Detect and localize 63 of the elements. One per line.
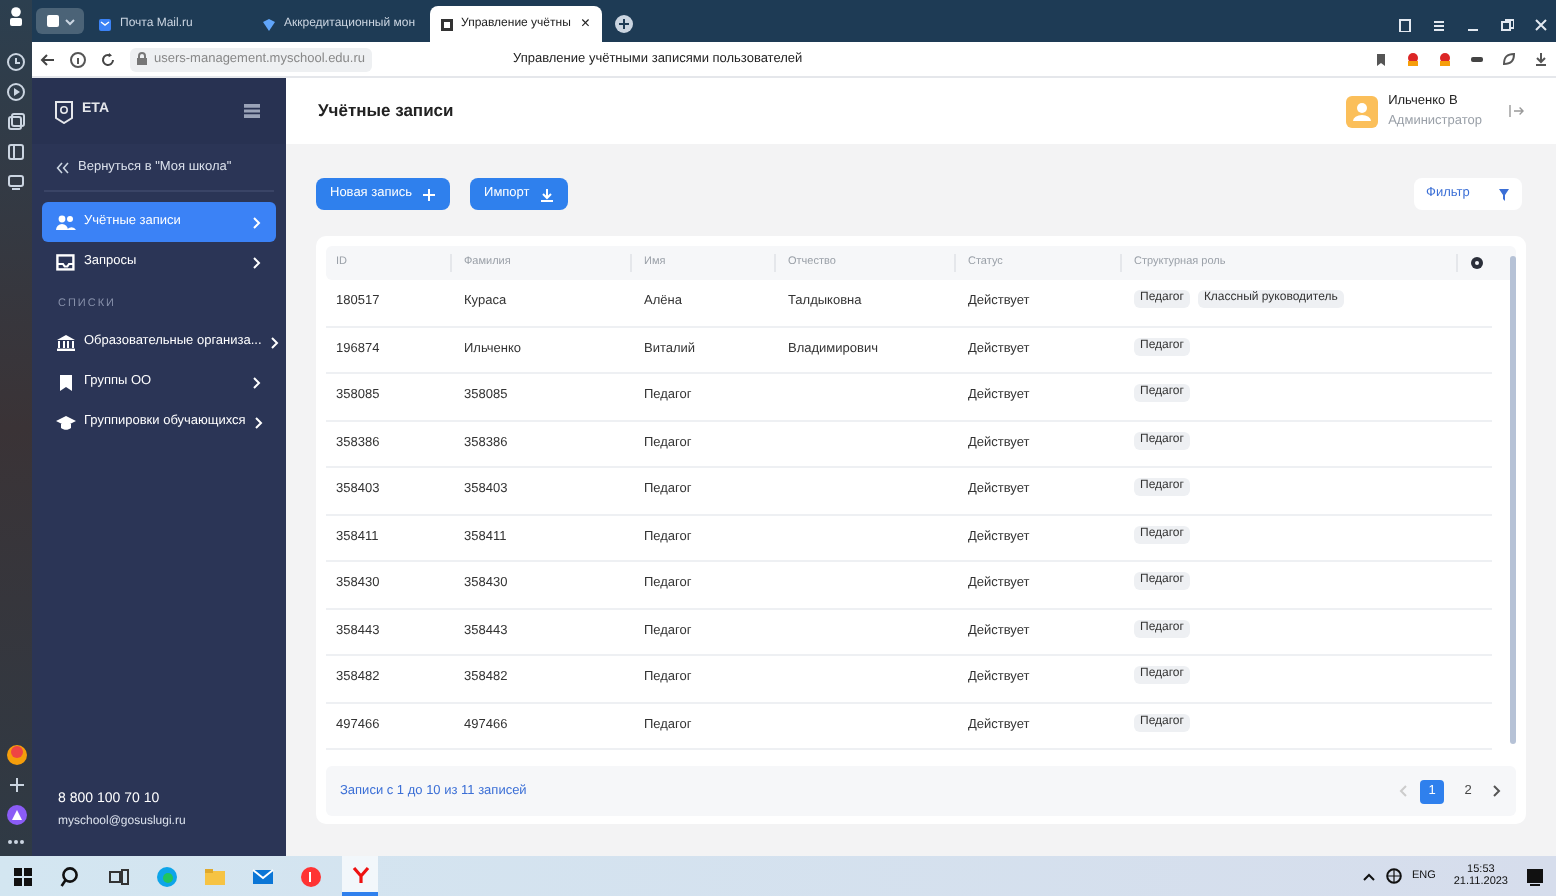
yandex-app-icon[interactable] — [300, 865, 322, 887]
square-icon — [45, 14, 59, 28]
chevron-right-icon — [252, 375, 262, 390]
lock-icon — [136, 52, 148, 66]
assistant-icon[interactable] — [5, 804, 27, 826]
bookmarks-icon[interactable] — [1398, 17, 1412, 31]
screen-icon[interactable] — [6, 172, 26, 192]
close-tab-button[interactable]: × — [578, 14, 593, 34]
inbox-icon — [56, 253, 76, 271]
letter-y-icon — [351, 865, 369, 883]
chevron-right-icon — [252, 215, 262, 229]
users-icon — [56, 213, 76, 231]
panel-icon[interactable] — [6, 142, 26, 162]
more-icon[interactable] — [6, 836, 26, 848]
chevron-right-icon — [269, 335, 280, 350]
graduation-cap-icon — [56, 413, 76, 432]
notification-icon[interactable] — [1526, 867, 1544, 885]
extension-icon[interactable] — [1406, 52, 1420, 66]
back-arrow-icon[interactable] — [40, 51, 56, 67]
restore-icon[interactable] — [1500, 17, 1514, 31]
bookmark-icon[interactable] — [1374, 52, 1388, 66]
scrollbar[interactable] — [1510, 256, 1516, 744]
bookmark-icon — [56, 373, 76, 392]
shield-icon — [262, 17, 276, 31]
avatar-icon — [1346, 95, 1379, 127]
play-icon[interactable] — [6, 82, 26, 102]
mail-icon — [98, 17, 112, 31]
copy-icon[interactable] — [6, 112, 26, 132]
chevron-right-icon[interactable] — [1492, 784, 1502, 798]
browser-taskbar-button[interactable] — [342, 856, 378, 896]
menu-icon[interactable] — [244, 104, 260, 118]
person-icon[interactable] — [6, 6, 26, 26]
logo-icon — [54, 99, 74, 123]
search-icon[interactable] — [60, 865, 82, 887]
download-icon[interactable] — [1534, 52, 1548, 66]
close-icon[interactable] — [1534, 17, 1548, 31]
tab-group-button[interactable] — [36, 8, 84, 34]
glasses-icon[interactable] — [1470, 52, 1484, 66]
extension-icon[interactable] — [1438, 52, 1452, 66]
new-tab-icon[interactable] — [614, 14, 635, 34]
windows-start-icon[interactable] — [12, 865, 34, 887]
page-icon — [439, 17, 454, 31]
plus-icon — [422, 187, 437, 201]
chevron-right-icon — [252, 255, 262, 269]
reload-icon[interactable] — [100, 51, 116, 67]
settings-icon[interactable] — [1470, 256, 1484, 270]
colorful-app-icon[interactable] — [5, 744, 27, 766]
task-view-icon[interactable] — [108, 865, 130, 887]
caret-icon — [63, 17, 75, 25]
building-icon — [56, 333, 76, 352]
clock-icon[interactable] — [6, 52, 26, 72]
caret-up-icon[interactable] — [1361, 871, 1376, 881]
chevron-right-icon — [253, 415, 264, 430]
globe-icon[interactable] — [1385, 868, 1402, 884]
leaf-icon[interactable] — [1502, 52, 1516, 66]
double-chevron-icon — [56, 161, 70, 173]
logout-icon[interactable] — [1508, 104, 1524, 118]
download-icon — [539, 187, 554, 201]
mail-icon[interactable] — [252, 865, 274, 887]
filter-icon — [1498, 187, 1510, 201]
info-icon[interactable] — [70, 51, 86, 67]
page-heading: Учётные записи — [318, 98, 454, 124]
plus-icon[interactable] — [7, 776, 25, 794]
